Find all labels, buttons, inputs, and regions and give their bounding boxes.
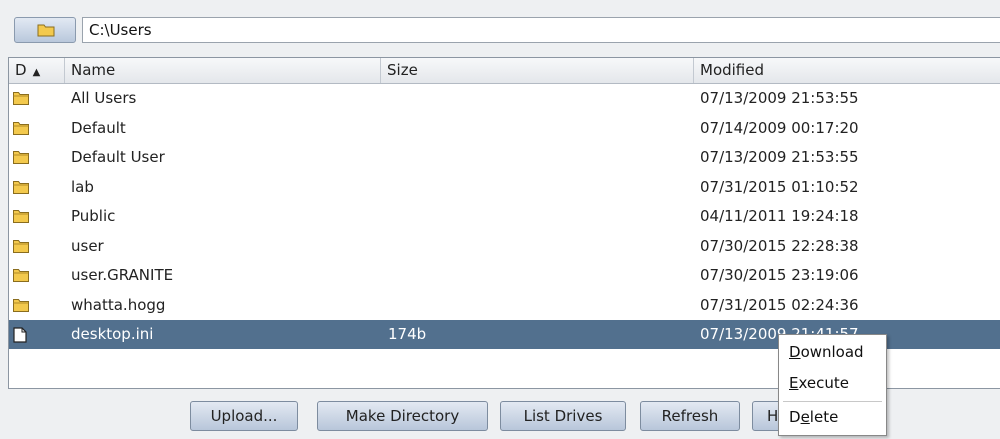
row-modified: 07/30/2015 22:28:38 bbox=[700, 236, 859, 255]
row-name: desktop.ini bbox=[71, 325, 154, 343]
column-header-modified[interactable]: Modified bbox=[694, 58, 1000, 83]
upload-button[interactable]: Upload... bbox=[190, 401, 298, 431]
folder-icon bbox=[13, 121, 29, 135]
row-name: whatta.hogg bbox=[71, 295, 166, 314]
row-name: All Users bbox=[71, 89, 137, 107]
row-modified: 07/13/2009 21:53:55 bbox=[700, 89, 859, 107]
table-row[interactable]: Public 04/11/2011 19:24:18 bbox=[9, 202, 1000, 231]
folder-icon bbox=[13, 180, 29, 194]
menu-item-delete[interactable]: Delete bbox=[789, 404, 838, 430]
row-size: 174b bbox=[388, 325, 427, 343]
table-row[interactable]: Default User 07/13/2009 21:53:55 bbox=[9, 143, 1000, 172]
folder-icon bbox=[13, 91, 29, 105]
menu-item-download[interactable]: Download bbox=[789, 339, 864, 365]
row-modified: 07/31/2015 01:10:52 bbox=[700, 177, 859, 196]
row-modified: 07/13/2009 21:53:55 bbox=[700, 148, 859, 166]
row-name: Default User bbox=[71, 148, 165, 166]
row-name: lab bbox=[71, 177, 94, 196]
row-name: user.GRANITE bbox=[71, 266, 174, 284]
folder-icon bbox=[13, 239, 29, 253]
column-header-name[interactable]: Name bbox=[65, 58, 381, 83]
context-menu: Download Execute Delete bbox=[778, 334, 887, 436]
row-name: user bbox=[71, 236, 104, 255]
folder-icon bbox=[37, 23, 55, 40]
menu-item-delete-prefix: D bbox=[789, 408, 801, 426]
table-row[interactable]: user.GRANITE 07/30/2015 23:19:06 bbox=[9, 261, 1000, 290]
row-modified: 07/31/2015 02:24:36 bbox=[700, 295, 859, 314]
folder-icon bbox=[13, 150, 29, 164]
path-input[interactable] bbox=[82, 17, 1000, 43]
menu-separator bbox=[783, 401, 882, 402]
column-header-type-label: D bbox=[15, 61, 27, 79]
table-row[interactable]: whatta.hogg 07/31/2015 02:24:36 bbox=[9, 291, 1000, 320]
file-icon bbox=[13, 327, 27, 343]
column-header-type[interactable]: D ▲ bbox=[9, 58, 65, 83]
table-row[interactable]: Default 07/14/2009 00:17:20 bbox=[9, 114, 1000, 143]
table-row[interactable]: user 07/30/2015 22:28:38 bbox=[9, 232, 1000, 261]
folder-icon bbox=[13, 209, 29, 223]
menu-item-execute-label: xecute bbox=[798, 374, 849, 392]
list-drives-button[interactable]: List Drives bbox=[500, 401, 626, 431]
row-name: Default bbox=[71, 118, 126, 137]
column-header: D ▲ Name Size Modified bbox=[9, 58, 1000, 84]
path-bar bbox=[0, 0, 1000, 61]
make-directory-button[interactable]: Make Directory bbox=[317, 401, 488, 431]
browse-folder-button[interactable] bbox=[14, 17, 76, 43]
folder-icon bbox=[13, 268, 29, 282]
menu-item-delete-mnemonic: e bbox=[800, 408, 810, 426]
column-header-modified-label: Modified bbox=[700, 61, 765, 79]
column-header-size[interactable]: Size bbox=[381, 58, 694, 83]
row-modified: 04/11/2011 19:24:18 bbox=[700, 207, 859, 225]
row-name: Public bbox=[71, 207, 116, 225]
sort-ascending-icon: ▲ bbox=[32, 67, 41, 78]
table-row[interactable]: lab 07/31/2015 01:10:52 bbox=[9, 173, 1000, 202]
folder-icon bbox=[13, 298, 29, 312]
menu-item-delete-label: lete bbox=[809, 408, 839, 426]
menu-item-execute[interactable]: Execute bbox=[789, 370, 849, 396]
row-modified: 07/14/2009 00:17:20 bbox=[700, 118, 859, 137]
row-modified: 07/30/2015 23:19:06 bbox=[700, 266, 859, 284]
menu-item-download-mnemonic: D bbox=[789, 343, 801, 361]
column-header-size-label: Size bbox=[387, 61, 418, 79]
column-header-name-label: Name bbox=[71, 61, 116, 79]
table-row[interactable]: All Users 07/13/2009 21:53:55 bbox=[9, 84, 1000, 113]
refresh-button[interactable]: Refresh bbox=[640, 401, 740, 431]
menu-item-download-label: ownload bbox=[800, 343, 864, 361]
